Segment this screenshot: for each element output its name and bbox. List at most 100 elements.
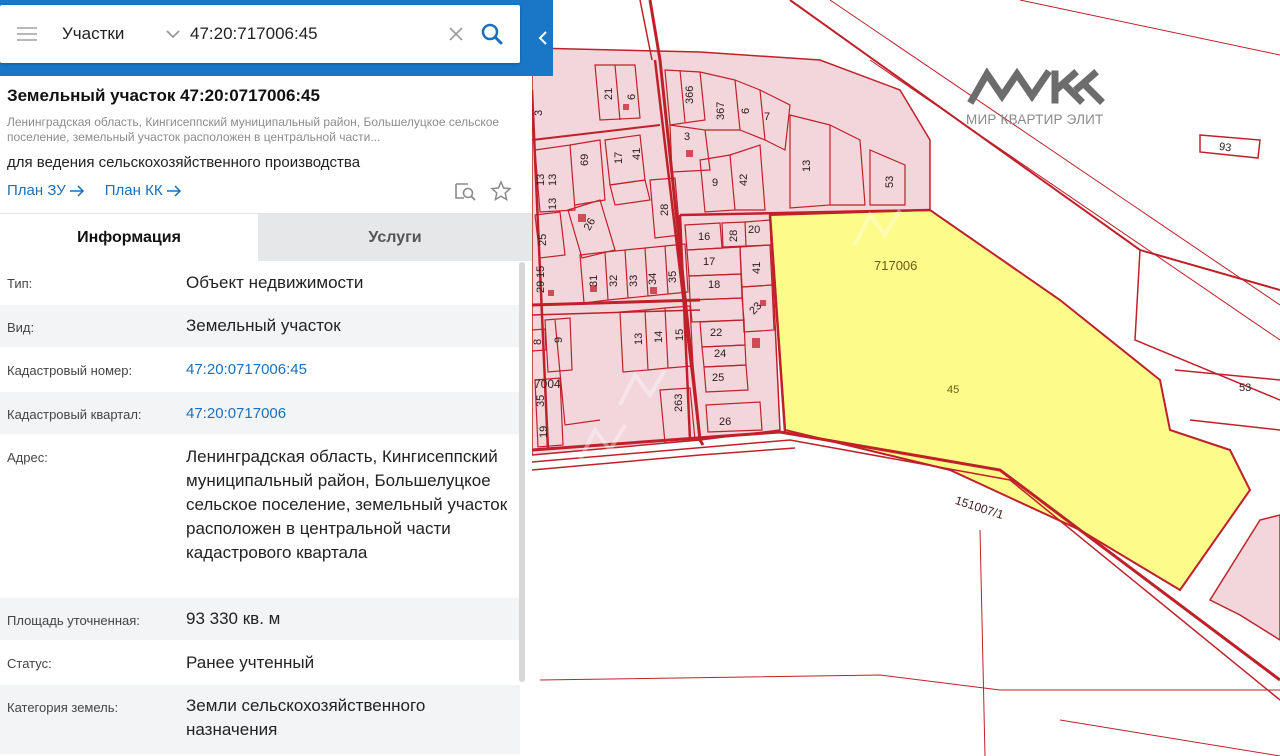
info-value: 93 330 кв. м	[186, 609, 281, 628]
search-box: Участки	[0, 5, 520, 63]
info-label: Адрес:	[7, 450, 48, 465]
info-row-category: Категория земель: Земли сельскохозяйстве…	[0, 685, 520, 755]
favorite-button[interactable]	[490, 180, 512, 202]
lot-label: 25	[537, 234, 549, 246]
info-label: Статус:	[7, 656, 52, 671]
search-button[interactable]	[472, 14, 512, 54]
header-actions	[454, 180, 512, 202]
panel-collapse-button[interactable]	[532, 0, 553, 76]
lot-label: 41	[751, 262, 763, 274]
plan-zu-link[interactable]: План ЗУ	[7, 182, 85, 199]
lot-label: 366	[684, 86, 696, 104]
lot-label: 28	[728, 230, 740, 242]
lot-label: 14	[653, 331, 665, 343]
brand-watermark: МИР КВАРТИР ЭЛИТ	[960, 62, 1110, 132]
lot-label: 6	[740, 108, 752, 114]
lot-label: 6	[626, 94, 638, 100]
lot-label: 15	[535, 266, 547, 278]
lot-label: 13	[535, 174, 547, 186]
plan-kk-label: План КК	[104, 182, 163, 199]
lot-label: 21	[603, 88, 615, 100]
info-value: Объект недвижимости	[186, 273, 364, 292]
lot-label: 25	[712, 372, 724, 384]
lot-53-right-label: 53	[1239, 382, 1251, 394]
lot-label: 34	[647, 273, 659, 285]
quarter-label: 717006	[874, 258, 917, 273]
layer-select[interactable]: Участки	[54, 5, 180, 63]
arrow-right-icon	[166, 184, 181, 197]
lot-label: 26	[719, 416, 731, 428]
lot-label: 3	[684, 131, 690, 143]
lot-label: 28	[659, 204, 671, 216]
info-row-kind: Вид: Земельный участок	[0, 305, 520, 348]
close-icon	[449, 27, 463, 41]
tab-services[interactable]: Услуги	[258, 214, 532, 261]
cad-number-link[interactable]: 47:20:0717006:45	[178, 348, 520, 391]
lot-label: 31	[588, 275, 600, 287]
lot-label: 53	[884, 176, 896, 188]
lot-label: 17	[613, 152, 625, 164]
layer-select-value: Участки	[62, 24, 125, 43]
lot-label: 8	[532, 339, 544, 345]
info-table: Тип: Объект недвижимости Вид: Земельный …	[0, 261, 520, 755]
lot-label: 20	[748, 224, 760, 236]
info-panel: Участки Земельный участок 47:20:0717006:…	[0, 0, 532, 756]
star-icon	[490, 180, 512, 202]
lot-label: 35	[667, 271, 679, 283]
lot-label: 3	[533, 110, 545, 116]
info-row-cad-quarter: Кадастровый квартал: 47:20:0717006	[0, 392, 520, 435]
info-value: Земли сельскохозяйственного назначения	[186, 696, 426, 739]
lot-label: 69	[579, 154, 591, 166]
lot-label: 19	[538, 426, 550, 438]
lot-label: 29	[535, 281, 547, 293]
info-value: Ранее учтенный	[186, 653, 315, 672]
info-row-type: Тип: Объект недвижимости	[0, 261, 520, 305]
lot-label: 18	[708, 279, 720, 291]
clear-search-button[interactable]	[442, 14, 470, 54]
scrollbar-thumb[interactable]	[519, 262, 525, 682]
selected-parcel	[768, 208, 1252, 592]
search-input[interactable]	[190, 14, 442, 54]
info-row-cad-number: Кадастровый номер: 47:20:0717006:45	[0, 348, 520, 392]
lot-label: 22	[710, 327, 722, 339]
brand-logo-icon	[967, 67, 1105, 105]
lot-label: 32	[608, 275, 620, 287]
lot-93-label: 93	[1218, 141, 1232, 155]
other-quarter-label: 7004	[534, 377, 561, 391]
object-purpose: для ведения сельскохозяйственного произв…	[7, 154, 361, 171]
info-label: Вид:	[7, 320, 35, 335]
info-row-area: Площадь уточненная: 93 330 кв. м	[0, 598, 520, 641]
lot-label: 33	[628, 275, 640, 287]
info-label: Кадастровый квартал:	[7, 407, 142, 422]
parcel-label: 45	[947, 384, 959, 396]
info-value: Ленинградская область, Кингисеппский мун…	[186, 447, 508, 562]
lot-label: 42	[738, 174, 750, 186]
object-title: Земельный участок 47:20:0717006:45	[7, 86, 320, 105]
lot-label: 35	[535, 395, 547, 407]
info-label: Категория земель:	[7, 700, 119, 715]
search-icon	[481, 23, 503, 45]
object-header: Земельный участок 47:20:0717006:45 Ленин…	[0, 76, 532, 214]
lot-label: 15	[674, 329, 686, 341]
info-label: Площадь уточненная:	[7, 613, 140, 628]
tab-information[interactable]: Информация	[0, 214, 258, 261]
chevron-down-icon	[166, 30, 180, 39]
info-label: Тип:	[7, 276, 33, 291]
plan-zu-label: План ЗУ	[7, 182, 66, 199]
lot-label: 41	[631, 148, 643, 160]
menu-button[interactable]	[0, 5, 54, 63]
road-label: 151007/1	[953, 493, 1005, 522]
lot-label: 9	[712, 177, 718, 189]
plan-kk-link[interactable]: План КК	[105, 182, 182, 199]
lot-label: 13	[547, 198, 559, 210]
chevron-left-icon	[538, 31, 547, 45]
info-row-address: Адрес: Ленинградская область, Кингисеппс…	[0, 435, 520, 598]
info-row-status: Статус: Ранее учтенный	[0, 641, 520, 685]
lot-label: 9	[553, 337, 565, 343]
lot-label: 24	[714, 348, 726, 360]
object-address-summary: Ленинградская область, Кингисеппский мун…	[7, 115, 500, 144]
hamburger-icon	[17, 27, 37, 41]
show-on-map-button[interactable]	[454, 180, 476, 202]
cad-quarter-link[interactable]: 47:20:0717006	[178, 392, 520, 434]
info-label: Кадастровый номер:	[7, 363, 133, 378]
